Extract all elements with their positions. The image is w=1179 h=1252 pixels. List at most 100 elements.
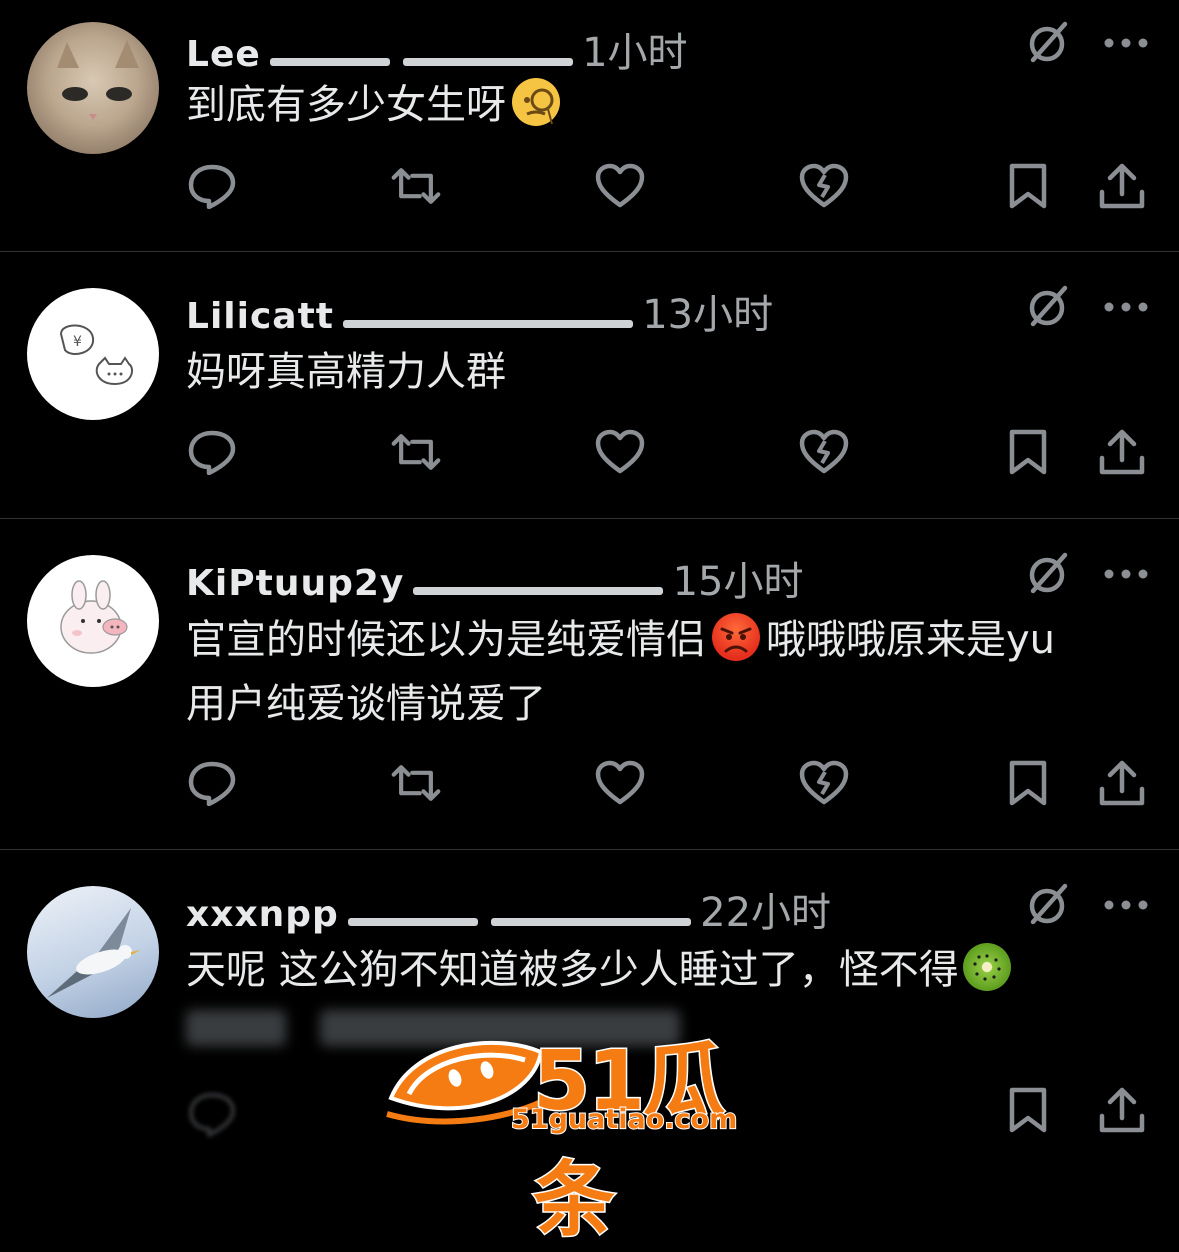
share-icon bbox=[1099, 1087, 1145, 1133]
repost-icon bbox=[391, 765, 441, 801]
like-button[interactable] bbox=[594, 757, 646, 809]
broken-heart-icon bbox=[799, 760, 849, 805]
broken-heart-icon bbox=[799, 429, 849, 474]
redacted-handle bbox=[347, 917, 478, 926]
header-icons bbox=[1025, 882, 1149, 928]
reply-post[interactable]: ¥ Lilicatt 13小时 妈呀真高精力人群 bbox=[0, 252, 1179, 518]
share-icon bbox=[1099, 163, 1145, 209]
action-bar bbox=[186, 160, 1146, 212]
action-bar bbox=[186, 426, 1146, 478]
timestamp[interactable]: 13小时 bbox=[642, 292, 773, 338]
post-header: Lilicatt 13小时 bbox=[186, 282, 773, 338]
redacted-handle bbox=[269, 57, 390, 66]
like-button[interactable] bbox=[594, 426, 646, 478]
timestamp[interactable]: 15小时 bbox=[673, 559, 804, 605]
redacted-handle bbox=[413, 586, 664, 595]
reply-icon bbox=[188, 1092, 236, 1137]
reply-icon bbox=[188, 430, 236, 475]
blurred-text bbox=[186, 1010, 286, 1046]
share-button[interactable] bbox=[1096, 757, 1148, 809]
post-header: KiPtuup2y 15小时 bbox=[186, 549, 803, 605]
more-options-icon[interactable] bbox=[1103, 37, 1149, 49]
grok-icon[interactable] bbox=[1025, 284, 1071, 330]
bookmark-icon bbox=[1009, 1087, 1047, 1133]
bookmark-button[interactable] bbox=[1002, 757, 1054, 809]
redacted-handle bbox=[491, 917, 692, 926]
post-text-content: 哦哦哦原来是yu bbox=[766, 617, 1056, 663]
reply-button[interactable] bbox=[186, 160, 238, 212]
dislike-button[interactable] bbox=[798, 160, 850, 212]
bookmark-icon bbox=[1009, 163, 1047, 209]
reply-icon bbox=[188, 761, 236, 806]
dislike-button[interactable] bbox=[798, 426, 850, 478]
share-button[interactable] bbox=[1096, 160, 1148, 212]
avatar[interactable]: ¥ bbox=[27, 288, 159, 420]
repost-icon bbox=[391, 434, 441, 470]
pig-bunny-avatar-image bbox=[60, 580, 128, 654]
more-options-icon[interactable] bbox=[1103, 568, 1149, 580]
grok-icon[interactable] bbox=[1025, 882, 1071, 928]
kiwi-fruit-emoji bbox=[962, 943, 1011, 991]
repost-button[interactable] bbox=[390, 160, 442, 212]
seagull-avatar-image bbox=[47, 908, 141, 998]
bookmark-icon bbox=[1009, 760, 1047, 806]
post-text-content: 官宣的时候还以为是纯爱情侣 bbox=[186, 617, 706, 663]
avatar[interactable] bbox=[27, 886, 159, 1018]
post-text-content: 到底有多少女生呀 bbox=[186, 82, 506, 128]
post-text: 妈呀真高精力人群 bbox=[186, 349, 506, 395]
post-text: 官宣的时候还以为是纯爱情侣 哦哦哦原来是yu 用户纯爱谈情说爱了 bbox=[186, 608, 1161, 736]
header-icons bbox=[1025, 20, 1149, 66]
timestamp[interactable]: 22小时 bbox=[700, 890, 831, 936]
post-text-content: 用户纯爱谈情说爱了 bbox=[186, 681, 546, 727]
broken-heart-icon bbox=[799, 163, 849, 208]
header-icons bbox=[1025, 284, 1149, 330]
monocle-face-emoji bbox=[512, 78, 560, 126]
reply-icon bbox=[188, 164, 236, 209]
more-options-icon[interactable] bbox=[1103, 301, 1149, 313]
redacted-handle bbox=[343, 319, 634, 328]
cat-avatar-image bbox=[57, 40, 139, 120]
heart-icon bbox=[595, 163, 645, 208]
doodle-avatar-image: ¥ bbox=[59, 324, 133, 386]
heart-icon bbox=[595, 429, 645, 474]
like-button[interactable] bbox=[594, 160, 646, 212]
reply-post[interactable]: Lee 1小时 到底有多少女生呀 bbox=[0, 0, 1179, 250]
heart-icon bbox=[595, 760, 645, 805]
grok-icon[interactable] bbox=[1025, 20, 1071, 66]
bookmark-icon bbox=[1009, 429, 1047, 475]
display-name[interactable]: Lee bbox=[186, 34, 261, 75]
redacted-handle bbox=[402, 57, 573, 66]
bookmark-button[interactable] bbox=[1002, 1084, 1054, 1136]
reply-button[interactable] bbox=[186, 1088, 238, 1140]
timestamp[interactable]: 1小时 bbox=[582, 30, 687, 76]
bookmark-button[interactable] bbox=[1002, 160, 1054, 212]
action-bar bbox=[186, 757, 1146, 809]
display-name[interactable]: Lilicatt bbox=[186, 296, 334, 337]
share-button[interactable] bbox=[1096, 1084, 1148, 1136]
angry-face-emoji bbox=[712, 613, 760, 661]
display-name[interactable]: xxxnpp bbox=[186, 894, 339, 935]
share-icon bbox=[1099, 760, 1145, 806]
bookmark-button[interactable] bbox=[1002, 426, 1054, 478]
watermark: 51瓜条 51guatiao.com bbox=[383, 1010, 803, 1250]
repost-icon bbox=[391, 168, 441, 204]
post-header: xxxnpp 22小时 bbox=[186, 880, 831, 936]
share-button[interactable] bbox=[1096, 426, 1148, 478]
svg-text:¥: ¥ bbox=[73, 334, 82, 350]
share-icon bbox=[1099, 429, 1145, 475]
display-name[interactable]: KiPtuup2y bbox=[186, 563, 404, 604]
more-options-icon[interactable] bbox=[1103, 899, 1149, 911]
post-text: 到底有多少女生呀 bbox=[186, 74, 1161, 136]
post-header: Lee 1小时 bbox=[186, 20, 688, 76]
reply-button[interactable] bbox=[186, 757, 238, 809]
avatar[interactable] bbox=[27, 555, 159, 687]
dislike-button[interactable] bbox=[798, 757, 850, 809]
watermark-url: 51guatiao.com bbox=[510, 1103, 738, 1136]
grok-icon[interactable] bbox=[1025, 551, 1071, 597]
repost-button[interactable] bbox=[390, 757, 442, 809]
repost-button[interactable] bbox=[390, 426, 442, 478]
post-text-content: 天呢 这公狗不知道被多少人睡过了，怪不得 bbox=[186, 947, 959, 993]
reply-post[interactable]: KiPtuup2y 15小时 官宣的时候还以为是纯爱情侣 哦哦哦原来是yu 用户… bbox=[0, 519, 1179, 849]
reply-button[interactable] bbox=[186, 426, 238, 478]
avatar[interactable] bbox=[27, 22, 159, 154]
